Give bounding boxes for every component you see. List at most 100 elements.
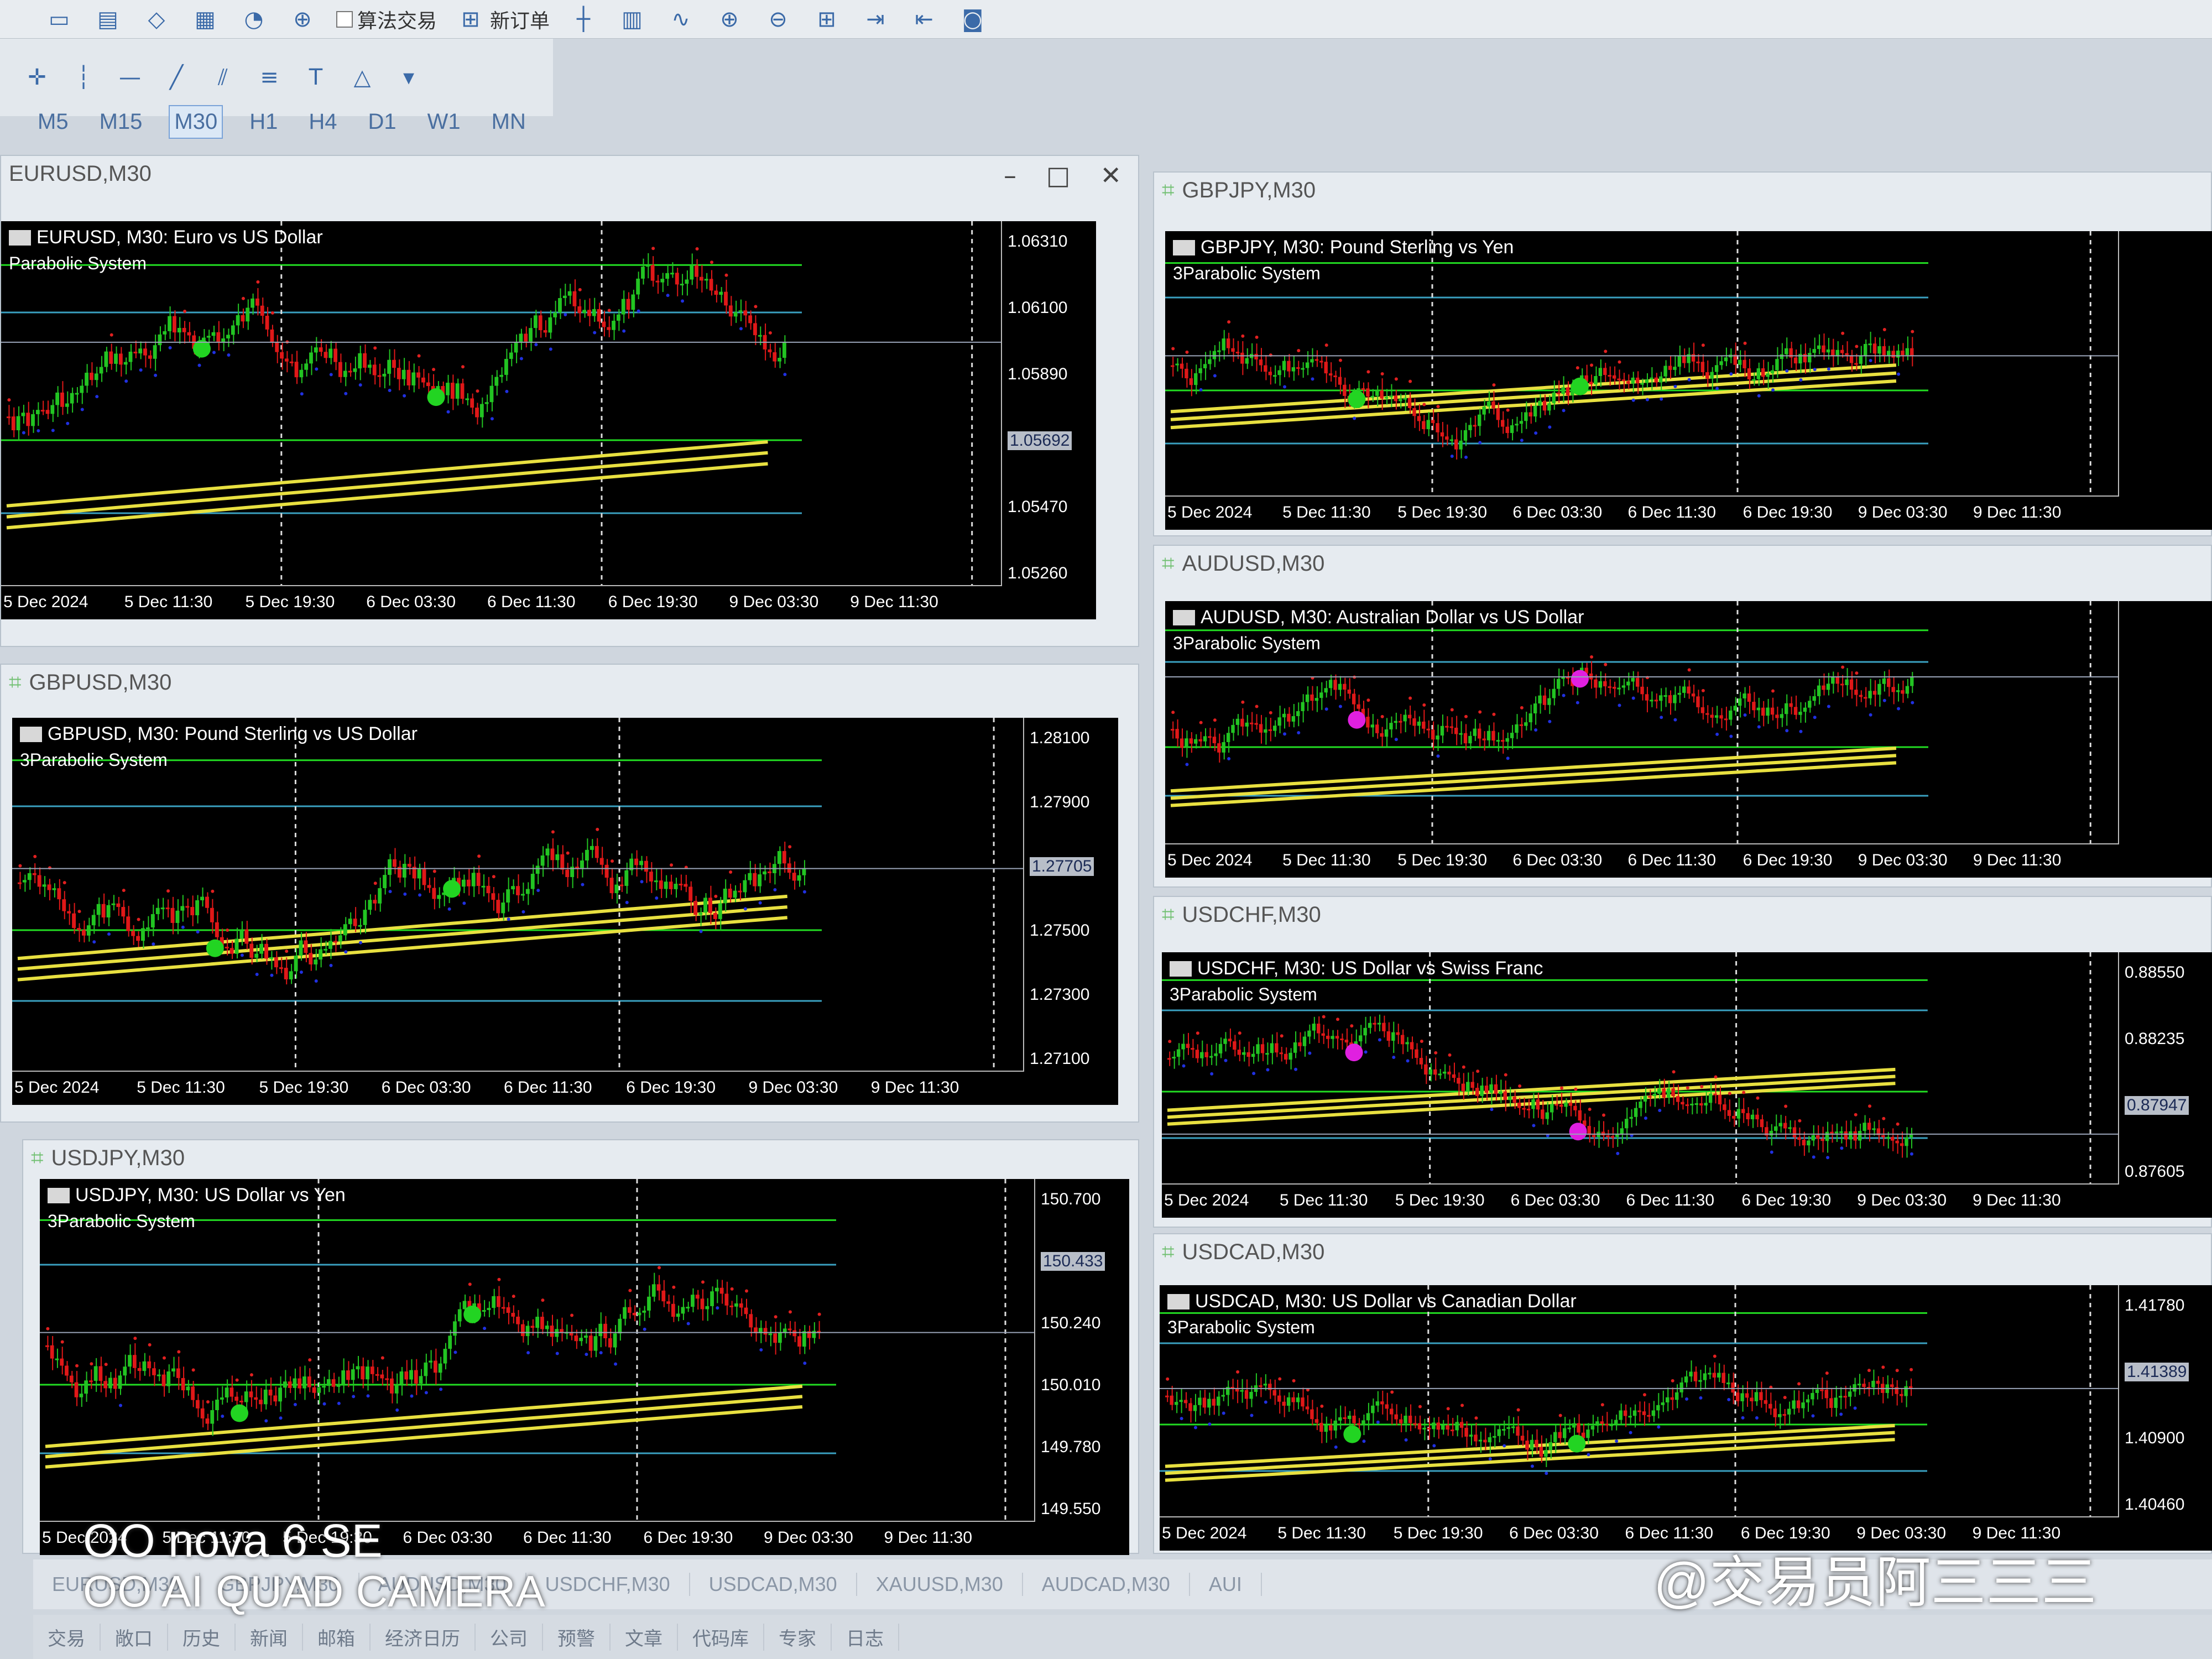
price-chart[interactable]: GBPUSD, M30: Pound Sterling vs US Dollar… [12, 718, 1118, 1105]
symbol-tab[interactable]: XAUUSD,M30 [857, 1573, 1023, 1596]
minimize-icon[interactable]: – [1004, 160, 1016, 190]
symbol-tab[interactable]: USDCHF,M30 [526, 1573, 690, 1596]
terminal-tab[interactable]: 文章 [611, 1623, 678, 1651]
terminal-tab[interactable]: 预警 [543, 1623, 611, 1651]
terminal-tab[interactable]: 公司 [476, 1623, 543, 1651]
line-chart-icon[interactable]: ∿ [666, 4, 696, 34]
terminal-tab[interactable]: 代码库 [678, 1623, 764, 1651]
new-order-button[interactable]: ⊞ 新订单 [456, 4, 550, 34]
auto-scroll-icon[interactable]: ⇥ [860, 4, 890, 34]
price-axis[interactable]: 1.06310 1.06100 1.05890 1.05692 1.05470 1.052… [1001, 221, 1096, 619]
timeframe-h1[interactable]: H1 [245, 106, 282, 138]
candle-body [584, 1335, 588, 1338]
terminal-tab[interactable]: 新闻 [236, 1623, 303, 1651]
profile-icon[interactable]: ▦ [190, 4, 220, 34]
candlestick-icon[interactable]: ▥ [617, 4, 647, 34]
window-title-bar[interactable]: ⌗ USDCHF,M30 [1154, 897, 2211, 932]
window-title-bar[interactable]: ⌗ USDJPY,M30 [23, 1140, 1138, 1176]
price-chart[interactable]: GBPJPY, M30: Pound Sterling vs Yen 3Parab… [1165, 231, 2212, 530]
candle-body [268, 1389, 273, 1396]
parabolic-sar-dot [162, 1356, 166, 1360]
terminal-tab[interactable]: 邮箱 [303, 1623, 371, 1651]
chart-window-eurusd[interactable]: EURUSD,M30 – □ ✕ EURUSD, M30: Euro vs US… [0, 155, 1139, 647]
time-axis[interactable]: 5 Dec 2024 5 Dec 11:30 5 Dec 19:30 6 Dec 03… [12, 1071, 1024, 1105]
algo-trading-checkbox[interactable] [336, 11, 353, 28]
timeframe-m15[interactable]: M15 [95, 106, 147, 138]
chart-window-audusd[interactable]: ⌗ AUDUSD,M30 AUDUSD, M30: Australian Dol… [1153, 545, 2212, 888]
algo-trading-button[interactable]: 算法交易 [336, 5, 437, 34]
vertical-line-icon[interactable]: ┆ [69, 62, 98, 92]
price-axis[interactable]: 1.28100 1.27900 1.27705 1.27500 1.27300 1.271… [1023, 718, 1118, 1105]
new-chart-icon[interactable]: ▭ [44, 4, 74, 34]
market-watch-icon[interactable]: ◔ [239, 4, 269, 34]
timeframe-d1[interactable]: D1 [363, 106, 400, 138]
window-title-bar[interactable]: ⌗ GBPJPY,M30 [1154, 173, 2211, 208]
terminal-tab[interactable]: 经济日历 [371, 1623, 476, 1651]
price-axis[interactable] [2118, 601, 2212, 878]
screenshot-icon[interactable]: ◙ [958, 4, 988, 34]
parabolic-sar-dot [1436, 754, 1440, 758]
terminal-tab[interactable]: 历史 [168, 1623, 236, 1651]
horizontal-line-icon[interactable]: — [115, 62, 145, 92]
close-icon[interactable]: ✕ [1100, 160, 1121, 190]
terminal-tab[interactable]: 日志 [832, 1623, 899, 1651]
chart-shift-icon[interactable]: ⇤ [909, 4, 939, 34]
time-axis[interactable]: 5 Dec 2024 5 Dec 11:30 5 Dec 19:30 6 Dec 03… [1165, 843, 2119, 878]
window-title-bar[interactable]: ⌗ GBPUSD,M30 [1, 665, 1138, 700]
symbol-tab[interactable]: AUI [1190, 1573, 1262, 1596]
price-chart[interactable]: USDCHF, M30: US Dollar vs Swiss Franc 3Pa… [1162, 952, 2212, 1218]
trendline-icon[interactable]: ╱ [161, 62, 191, 92]
channel-icon[interactable]: ⫽ [208, 62, 238, 92]
zoom-out-icon[interactable]: ⊖ [763, 4, 793, 34]
timeframe-m30[interactable]: M30 [169, 105, 223, 139]
timeframe-mn[interactable]: MN [487, 106, 530, 138]
window-title-bar[interactable]: ⌗ AUDUSD,M30 [1154, 546, 2211, 581]
globe-icon[interactable]: ⊕ [288, 4, 317, 34]
crosshair-icon[interactable]: ✛ [22, 62, 52, 92]
candle-body [195, 900, 200, 916]
time-axis[interactable]: 5 Dec 2024 5 Dec 11:30 5 Dec 19:30 6 Dec 03… [1162, 1183, 2119, 1218]
chart-window-gbpusd[interactable]: ⌗ GBPUSD,M30 GBPUSD, M30: Pound Sterling… [0, 664, 1139, 1123]
bar-chart-icon[interactable]: ┼ [568, 4, 598, 34]
ide-icon[interactable]: ◇ [142, 4, 171, 34]
time-axis[interactable]: 5 Dec 2024 5 Dec 11:30 5 Dec 19:30 6 Dec 03… [1165, 495, 2119, 530]
timeframe-m5[interactable]: M5 [33, 106, 73, 138]
chart-window-usdjpy[interactable]: ⌗ USDJPY,M30 USDJPY, M30: US Dollar vs Y… [22, 1139, 1139, 1555]
candle-body [593, 1336, 598, 1351]
folder-icon[interactable]: ▤ [93, 4, 123, 34]
chevron-down-icon[interactable]: ▾ [394, 62, 424, 92]
candle-body [353, 368, 357, 372]
tile-windows-icon[interactable]: ⊞ [812, 4, 842, 34]
price-chart[interactable]: USDCAD, M30: US Dollar vs Canadian Dolla… [1160, 1285, 2212, 1551]
chart-window-gbpjpy[interactable]: ⌗ GBPJPY,M30 GBPJPY, M30: Pound Sterling… [1153, 171, 2212, 536]
candle-body [1259, 359, 1263, 366]
price-axis[interactable]: 150.700 150.433 150.240 150.010 149.780 149.5… [1034, 1179, 1129, 1555]
shapes-icon[interactable]: △ [347, 62, 377, 92]
candle-body [1708, 1373, 1712, 1375]
fibonacci-icon[interactable]: ≡ [254, 62, 284, 92]
chart-window-icon: ⌗ [9, 670, 22, 695]
chart-window-usdchf[interactable]: ⌗ USDCHF,M30 USDCHF, M30: US Dollar vs S… [1153, 896, 2212, 1228]
terminal-tab[interactable]: 敞口 [101, 1623, 168, 1651]
maximize-icon[interactable]: □ [1046, 160, 1070, 190]
symbol-tab[interactable]: USDCAD,M30 [690, 1573, 857, 1596]
price-chart[interactable]: EURUSD, M30: Euro vs US Dollar Parabolic … [1, 221, 1096, 619]
timeframe-w1[interactable]: W1 [423, 106, 465, 138]
price-axis[interactable]: 1.41780 1.41389 1.40900 1.40460 [2118, 1285, 2212, 1551]
terminal-tab[interactable]: 专家 [764, 1623, 832, 1651]
chart-symbol-title: AUDUSD, M30: Australian Dollar vs US Dol… [1201, 607, 1584, 628]
price-axis[interactable] [2118, 231, 2212, 530]
symbol-tab[interactable]: AUDCAD,M30 [1023, 1573, 1190, 1596]
window-title-bar[interactable]: EURUSD,M30 [1, 156, 1138, 191]
chart-window-usdcad[interactable]: ⌗ USDCAD,M30 USDCAD, M30: US Dollar vs C… [1153, 1233, 2212, 1554]
text-icon[interactable]: T [301, 62, 331, 92]
time-axis[interactable]: 5 Dec 2024 5 Dec 11:30 5 Dec 19:30 6 Dec 03… [1, 585, 1002, 619]
terminal-tab[interactable]: 交易 [33, 1623, 101, 1651]
timeframe-h4[interactable]: H4 [304, 106, 341, 138]
price-axis[interactable]: 0.88550 0.88235 0.87947 0.87605 [2118, 952, 2212, 1218]
price-chart[interactable]: AUDUSD, M30: Australian Dollar vs US Dol… [1165, 601, 2212, 878]
price-chart[interactable]: USDJPY, M30: US Dollar vs Yen 3Parabolic … [40, 1179, 1129, 1555]
window-title-bar[interactable]: ⌗ USDCAD,M30 [1154, 1234, 2211, 1270]
zoom-in-icon[interactable]: ⊕ [714, 4, 744, 34]
candle-body [1480, 1086, 1484, 1096]
